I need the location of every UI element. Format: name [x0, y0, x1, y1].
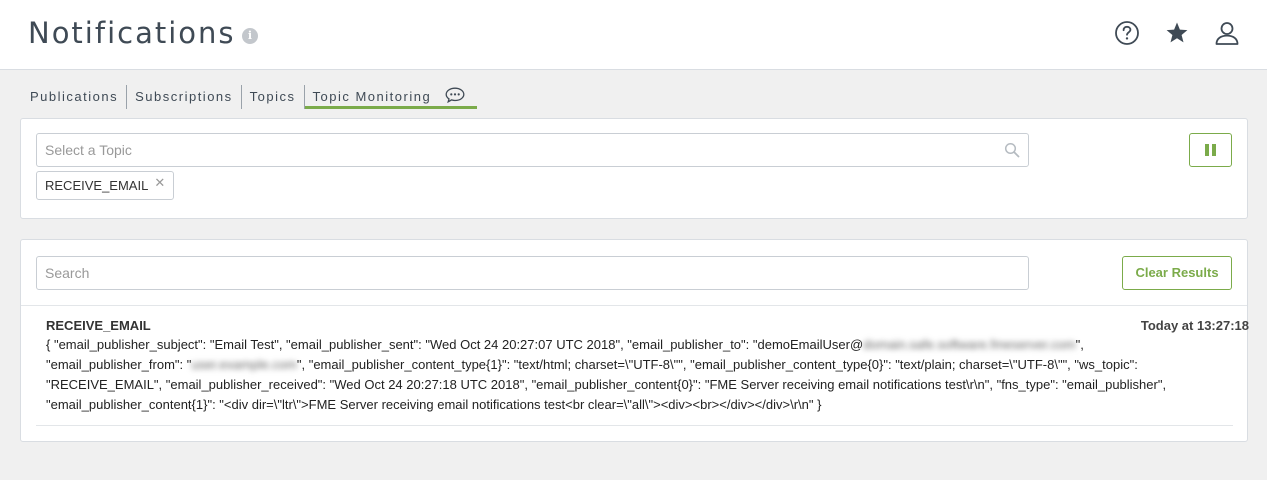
message-text: ",: [1075, 337, 1084, 352]
page-header: Notifications i: [0, 0, 1267, 70]
selected-topic-tag: RECEIVE_EMAIL ✕: [36, 171, 175, 200]
tab-subscriptions[interactable]: Subscriptions: [127, 85, 242, 109]
help-icon[interactable]: [1114, 20, 1140, 46]
message-text: { "email_publisher_subject": "Email Test…: [46, 337, 864, 352]
redacted-text: user.example.com: [191, 357, 297, 372]
tab-bar: Publications Subscriptions Topics Topic …: [22, 85, 478, 109]
search-placeholder: Search: [45, 265, 90, 281]
topic-select-placeholder: Select a Topic: [45, 142, 132, 158]
user-icon[interactable]: [1214, 20, 1240, 46]
chat-icon: [445, 87, 465, 103]
tab-topic-monitoring[interactable]: Topic Monitoring: [304, 85, 478, 109]
divider: [36, 425, 1233, 426]
search-input[interactable]: Search: [36, 256, 1029, 290]
tab-topics[interactable]: Topics: [242, 85, 305, 109]
close-icon[interactable]: ✕: [154, 172, 165, 199]
topic-select-panel: Select a Topic RECEIVE_EMAIL ✕: [20, 118, 1248, 219]
result-timestamp: Today at 13:27:18: [1140, 318, 1249, 333]
clear-results-button[interactable]: Clear Results: [1122, 256, 1232, 290]
divider: [21, 305, 1247, 306]
pause-button[interactable]: [1189, 133, 1232, 167]
search-icon: [1004, 142, 1020, 158]
tab-publications[interactable]: Publications: [22, 85, 128, 109]
tab-topic-monitoring-label: Topic Monitoring: [312, 89, 432, 104]
star-icon[interactable]: [1164, 20, 1190, 46]
result-topic: RECEIVE_EMAIL: [46, 318, 151, 333]
page-title: Notifications: [28, 16, 236, 50]
list-item: RECEIVE_EMAIL Today at 13:27:18 { "email…: [46, 318, 1249, 415]
results-panel: Search Clear Results RECEIVE_EMAIL Today…: [20, 239, 1249, 442]
redacted-text: domain.safe.software.fmeserver.com: [863, 337, 1076, 352]
info-icon[interactable]: i: [242, 28, 258, 44]
topic-select-input[interactable]: Select a Topic: [36, 133, 1029, 167]
result-message: { "email_publisher_subject": "Email Test…: [46, 335, 1216, 415]
message-text: "email_publisher_from": ": [46, 357, 192, 372]
selected-topic-label: RECEIVE_EMAIL: [45, 178, 149, 193]
